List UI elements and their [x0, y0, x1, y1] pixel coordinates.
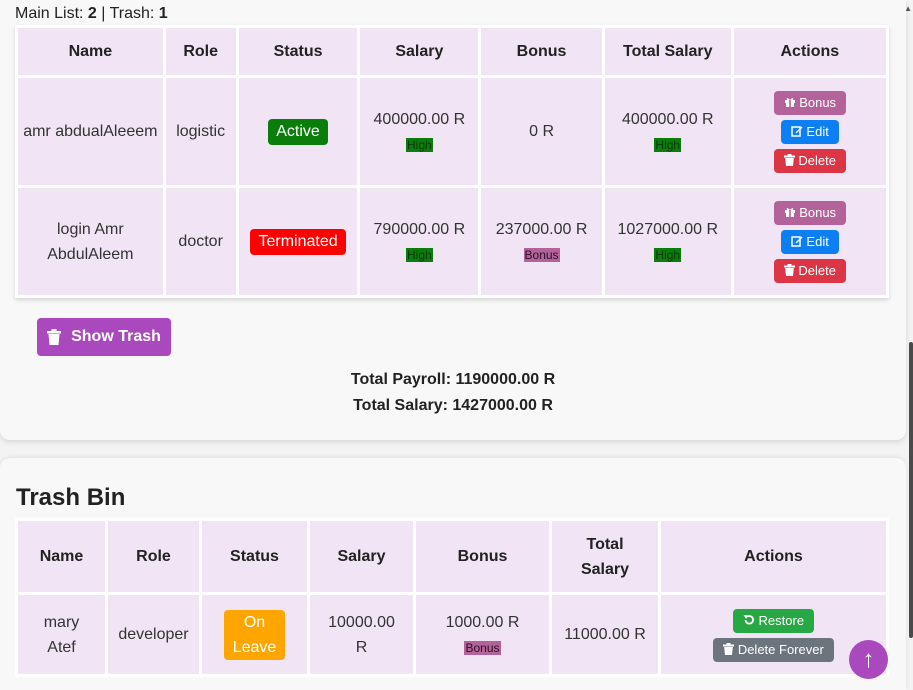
- cell-actions: Bonus Edit Delete: [733, 188, 886, 295]
- trash-bin-title: Trash Bin: [16, 484, 126, 511]
- header-status: Status: [238, 28, 358, 75]
- table-row: login Amr AbdulAleem doctor Terminated 7…: [18, 188, 886, 295]
- trash-header-status: Status: [202, 521, 307, 592]
- trash-header-role: Role: [108, 521, 199, 592]
- delete-forever-button[interactable]: Delete Forever: [713, 637, 834, 662]
- total-level-tag: High: [654, 137, 682, 152]
- cell-role: logistic: [165, 78, 236, 185]
- delete-button[interactable]: Delete: [773, 259, 846, 283]
- salary-level-tag: High: [406, 247, 433, 262]
- counts-separator: |: [101, 5, 106, 22]
- bonus-tag: Bonus: [523, 247, 560, 262]
- employee-table: Name Role Status Salary Bonus Total Sala…: [15, 25, 889, 298]
- edit-button[interactable]: Edit: [780, 120, 839, 144]
- trash-icon: [783, 154, 795, 166]
- trash-icon: [723, 642, 735, 655]
- cell-salary: 10000.00 R: [310, 595, 413, 674]
- cell-salary: 790000.00 R High: [360, 188, 479, 295]
- scroll-to-top-button[interactable]: ↑: [849, 640, 888, 679]
- bonus-tag: Bonus: [464, 640, 501, 655]
- header-role: Role: [165, 28, 236, 75]
- trash-header-bonus: Bonus: [416, 521, 549, 592]
- cell-salary: 400000.00 R High: [360, 78, 479, 185]
- cell-name: login Amr AbdulAleem: [18, 188, 163, 295]
- bonus-value: 1000.00 R: [445, 613, 520, 631]
- trash-header-actions: Actions: [661, 521, 886, 592]
- header-bonus: Bonus: [481, 28, 602, 75]
- scrollbar-thumb[interactable]: [909, 342, 913, 638]
- cell-status: Active: [238, 78, 358, 185]
- edit-icon: [791, 126, 803, 137]
- cell-role: doctor: [165, 188, 236, 295]
- table-row: mary Atef developer On Leave 10000.00 R …: [18, 595, 886, 674]
- salary-level-tag: High: [406, 137, 433, 152]
- undo-icon: [743, 614, 754, 625]
- salary-value: 400000.00 R: [373, 110, 466, 128]
- cell-role: developer: [108, 595, 199, 674]
- bonus-value: 0 R: [529, 123, 554, 140]
- show-trash-button[interactable]: Show Trash: [37, 318, 171, 356]
- total-salary-value: 400000.00 R: [621, 110, 714, 128]
- trash-header-salary: Salary: [310, 521, 413, 592]
- cell-bonus: 0 R: [481, 78, 602, 185]
- list-counts: Main List: 2 | Trash: 1: [15, 5, 168, 23]
- trash-label: Trash:: [109, 5, 155, 22]
- header-salary: Salary: [360, 28, 479, 75]
- corner-mark: ▲: [904, 4, 912, 13]
- cell-actions: Bonus Edit Delete: [733, 78, 886, 185]
- delete-button[interactable]: Delete: [773, 149, 846, 173]
- bonus-button[interactable]: Bonus: [773, 91, 847, 115]
- table-row: amr abdualAleeem logistic Active 400000.…: [18, 78, 886, 185]
- gift-icon: [784, 98, 795, 107]
- status-badge: Terminated: [250, 228, 346, 255]
- trash-icon: [47, 329, 62, 345]
- gift-icon: [784, 208, 795, 217]
- restore-button[interactable]: Restore: [732, 608, 815, 633]
- edit-button[interactable]: Edit: [780, 230, 839, 254]
- bonus-value: 237000.00 R: [495, 220, 588, 238]
- main-list-count: 2: [87, 5, 97, 22]
- trash-icon: [783, 264, 795, 276]
- table-header-row: Name Role Status Salary Bonus Total Sala…: [18, 28, 886, 75]
- edit-icon: [791, 236, 803, 247]
- cell-total-salary: 1027000.00 R High: [604, 188, 731, 295]
- main-list-label: Main List:: [15, 5, 84, 22]
- status-badge: On Leave: [224, 609, 285, 660]
- total-salary: Total Salary: 1427000.00 R: [353, 397, 553, 414]
- total-salary-value: 1027000.00 R: [617, 220, 719, 238]
- trash-header-row: Name Role Status Salary Bonus Total Sala…: [18, 521, 886, 592]
- trash-count: 1: [158, 5, 168, 22]
- bonus-button[interactable]: Bonus: [773, 201, 847, 225]
- trash-header-name: Name: [18, 521, 105, 592]
- cell-bonus: 1000.00 R Bonus: [416, 595, 549, 674]
- header-name: Name: [18, 28, 163, 75]
- cell-status: Terminated: [238, 188, 358, 295]
- header-total-salary: Total Salary: [604, 28, 731, 75]
- header-actions: Actions: [733, 28, 886, 75]
- cell-total-salary: 400000.00 R High: [604, 78, 731, 185]
- total-level-tag: High: [654, 247, 682, 262]
- cell-total-salary: 11000.00 R: [552, 595, 658, 674]
- cell-status: On Leave: [202, 595, 307, 674]
- cell-bonus: 237000.00 R Bonus: [481, 188, 602, 295]
- total-payroll: Total Payroll: 1190000.00 R: [350, 371, 556, 388]
- trash-table: Name Role Status Salary Bonus Total Sala…: [15, 518, 889, 677]
- trash-header-total-salary: Total Salary: [552, 521, 658, 592]
- cell-name: amr abdualAleeem: [18, 78, 163, 185]
- cell-name: mary Atef: [18, 595, 105, 674]
- status-badge: Active: [268, 118, 328, 145]
- salary-value: 790000.00 R: [373, 220, 466, 238]
